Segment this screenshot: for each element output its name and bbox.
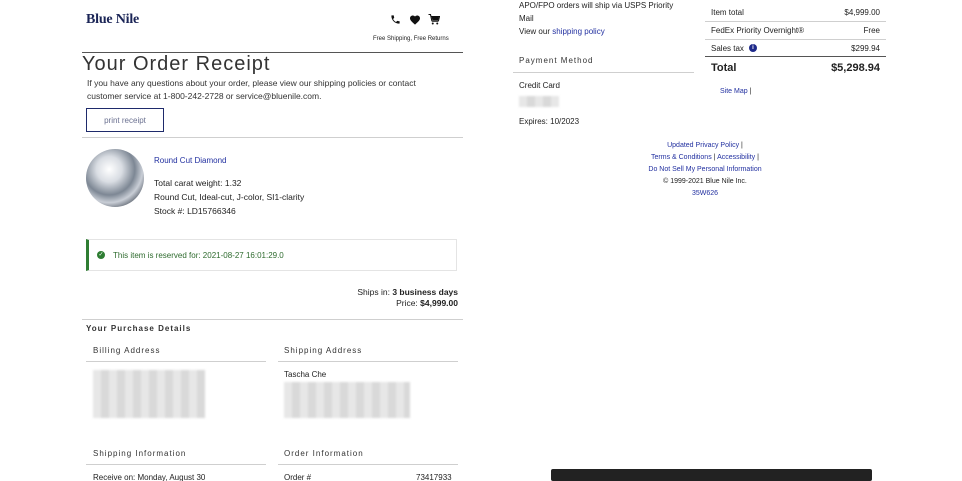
summary-divider-2 xyxy=(705,39,886,40)
card-type: Credit Card xyxy=(519,81,560,90)
order-info-heading: Order Information xyxy=(284,449,364,458)
accessibility-link[interactable]: Accessibility xyxy=(717,154,755,161)
ships-value: 3 business days xyxy=(392,287,458,297)
item-stock: Stock #: LD15766346 xyxy=(154,206,236,216)
diamond-image[interactable] xyxy=(86,149,144,207)
privacy-policy-link[interactable]: Updated Privacy Policy xyxy=(667,142,739,149)
help-text-line2: customer service at 1-800-242-2728 or se… xyxy=(87,91,322,101)
shipping-name: Tascha Che xyxy=(284,370,327,379)
shipping-heading: Shipping Address xyxy=(284,346,363,355)
summary-divider-3 xyxy=(705,56,886,57)
view-prefix: View our xyxy=(519,27,550,36)
item-total-value: $4,999.00 xyxy=(844,8,880,17)
reservation-text: This item is reserved for: 2021-08-27 16… xyxy=(113,251,284,260)
info-icon[interactable]: i xyxy=(749,44,757,52)
print-receipt-button[interactable]: print receipt xyxy=(86,108,164,132)
separator: | xyxy=(713,154,716,161)
item-specs: Round Cut, Ideal-cut, J-color, SI1-clari… xyxy=(154,192,305,202)
separator: | xyxy=(749,88,752,95)
apo-line1: APO/FPO orders will ship via USPS Priori… xyxy=(519,1,674,10)
brand-logo[interactable]: Blue Nile xyxy=(86,12,139,28)
price-row: Price: $4,999.00 xyxy=(300,298,458,308)
view-policy-row: View our shipping policy xyxy=(519,27,605,36)
shipping-note: Free Shipping, Free Returns xyxy=(373,36,449,42)
summary-divider-1 xyxy=(705,21,886,22)
order-number: 73417933 xyxy=(416,473,452,481)
shipping-policy-link[interactable]: shipping policy xyxy=(552,27,604,36)
shipping-method-value: Free xyxy=(863,26,880,35)
payment-divider xyxy=(513,72,694,73)
shipping-divider xyxy=(278,361,458,362)
price-value: $4,999.00 xyxy=(420,298,458,308)
terms-link[interactable]: Terms & Conditions xyxy=(651,154,712,161)
phone-icon[interactable] xyxy=(390,14,401,25)
item-name-link[interactable]: Round Cut Diamond xyxy=(154,156,226,165)
purchase-heading: Your Purchase Details xyxy=(86,324,192,333)
apo-line2: Mail xyxy=(519,14,534,23)
reservation-status: ✓ This item is reserved for: 2021-08-27 … xyxy=(86,239,457,271)
payment-heading: Payment Method xyxy=(519,56,594,65)
page-title: Your Order Receipt xyxy=(82,53,271,75)
separator: | xyxy=(741,142,743,149)
card-number-redacted xyxy=(519,96,559,107)
check-circle-icon: ✓ xyxy=(97,251,105,259)
shipping-method-label: FedEx Priority Overnight® xyxy=(711,26,805,35)
do-not-sell-link[interactable]: Do Not Sell My Personal Information xyxy=(620,166,790,173)
site-map-row: Site Map | xyxy=(720,88,751,95)
item-total-label: Item total xyxy=(711,8,744,17)
sales-tax-value: $299.94 xyxy=(851,44,880,53)
help-text-line1: If you have any questions about your ord… xyxy=(87,78,416,88)
billing-heading: Billing Address xyxy=(93,346,161,355)
shipping-info-heading: Shipping Information xyxy=(93,449,187,458)
order-info-divider xyxy=(278,464,458,465)
price-label: Price: xyxy=(396,298,418,308)
shipping-address-redacted xyxy=(284,382,410,418)
site-map-link[interactable]: Site Map xyxy=(720,88,748,95)
total-label: Total xyxy=(711,62,737,74)
separator: | xyxy=(757,154,759,161)
footer-row-1: Updated Privacy Policy | xyxy=(620,142,790,149)
footer-row-2: Terms & Conditions | Accessibility | xyxy=(620,154,790,161)
billing-address-redacted xyxy=(93,370,205,418)
sales-tax-label: Sales tax xyxy=(711,44,744,53)
receipt-divider xyxy=(82,137,463,138)
ships-in-row: Ships in: 3 business days xyxy=(300,287,458,297)
floating-toolbar[interactable] xyxy=(551,469,872,481)
purchase-divider xyxy=(82,319,463,320)
ships-label: Ships in: xyxy=(357,287,390,297)
total-value: $5,298.94 xyxy=(831,62,880,74)
card-expires: Expires: 10/2023 xyxy=(519,117,580,126)
cart-icon[interactable] xyxy=(428,14,440,25)
order-label: Order # xyxy=(284,473,312,481)
heart-icon[interactable] xyxy=(409,14,421,25)
item-carat: Total carat weight: 1.32 xyxy=(154,178,242,188)
receive-on: Receive on: Monday, August 30 xyxy=(93,473,206,481)
shipping-info-divider xyxy=(86,464,266,465)
billing-divider xyxy=(86,361,266,362)
copyright: © 1999-2021 Blue Nile Inc. xyxy=(663,178,747,185)
footer-code: 35W626 xyxy=(691,190,719,197)
